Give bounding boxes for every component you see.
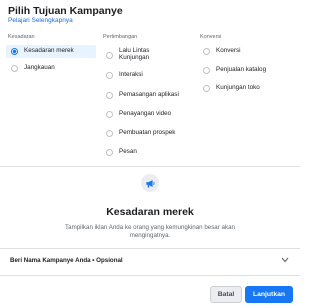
option-store-traffic[interactable]: Kunjungan toko bbox=[203, 82, 295, 95]
megaphone-icon bbox=[141, 174, 159, 192]
option-label: Penayangan video bbox=[119, 110, 172, 118]
radio-icon bbox=[203, 67, 210, 74]
radio-icon bbox=[106, 92, 113, 99]
option-brand-awareness[interactable]: Kesadaran merek bbox=[6, 45, 96, 58]
divider bbox=[0, 275, 300, 276]
option-label: Kesadaran merek bbox=[24, 47, 74, 55]
continue-button[interactable]: Lanjutkan bbox=[245, 286, 293, 303]
option-messages[interactable]: Pesan bbox=[106, 146, 198, 159]
option-label: Pemasangan aplikasi bbox=[119, 91, 179, 99]
option-catalog-sales[interactable]: Penjualan katalog bbox=[203, 64, 295, 77]
radio-icon bbox=[106, 130, 113, 137]
option-label: Pembuatan prospek bbox=[119, 129, 176, 137]
option-lead-generation[interactable]: Pembuatan prospek bbox=[106, 127, 198, 140]
radio-icon bbox=[106, 72, 113, 79]
objective-description: Tampilkan iklan Anda ke orang yang kemun… bbox=[65, 224, 235, 240]
option-traffic[interactable]: Lalu Lintas Kunjungan bbox=[106, 46, 198, 64]
cancel-button[interactable]: Batal bbox=[210, 286, 242, 303]
divider bbox=[0, 166, 300, 167]
chevron-down-icon bbox=[280, 255, 290, 265]
option-label: Jangkauan bbox=[24, 64, 55, 72]
option-label: Kunjungan toko bbox=[216, 84, 260, 92]
campaign-name-label: Beri Nama Kampanye Anda • Opsional bbox=[10, 256, 123, 264]
option-label: Interaksi bbox=[119, 71, 143, 79]
option-engagement[interactable]: Interaksi bbox=[106, 69, 198, 82]
column-heading-awareness: Kesadaran bbox=[8, 34, 35, 40]
radio-icon bbox=[106, 51, 113, 59]
radio-icon bbox=[203, 85, 210, 92]
objective-title: Kesadaran merek bbox=[106, 206, 194, 218]
dialog-title: Pilih Tujuan Kampanye bbox=[8, 5, 123, 17]
column-heading-consideration: Pertimbangan bbox=[103, 34, 138, 40]
column-heading-conversion: Konversi bbox=[200, 34, 222, 40]
option-conversions[interactable]: Konversi bbox=[203, 45, 295, 58]
option-label: Konversi bbox=[216, 47, 241, 55]
dialog-footer: Batal Lanjutkan bbox=[0, 280, 300, 308]
option-video-views[interactable]: Penayangan video bbox=[106, 108, 198, 121]
option-reach[interactable]: Jangkauan bbox=[6, 62, 96, 75]
option-app-installs[interactable]: Pemasangan aplikasi bbox=[106, 89, 198, 102]
campaign-name-toggle[interactable]: Beri Nama Kampanye Anda • Opsional bbox=[10, 253, 290, 267]
radio-icon bbox=[106, 111, 113, 118]
divider bbox=[0, 248, 300, 249]
radio-icon bbox=[11, 65, 18, 72]
learn-more-link[interactable]: Pelajari Selengkapnya bbox=[8, 17, 73, 24]
radio-icon bbox=[203, 48, 210, 55]
radio-icon bbox=[106, 149, 113, 156]
option-label: Lalu Lintas Kunjungan bbox=[119, 47, 150, 61]
radio-selected-icon bbox=[11, 48, 18, 55]
option-label: Penjualan katalog bbox=[216, 66, 267, 74]
option-label: Pesan bbox=[119, 148, 137, 156]
